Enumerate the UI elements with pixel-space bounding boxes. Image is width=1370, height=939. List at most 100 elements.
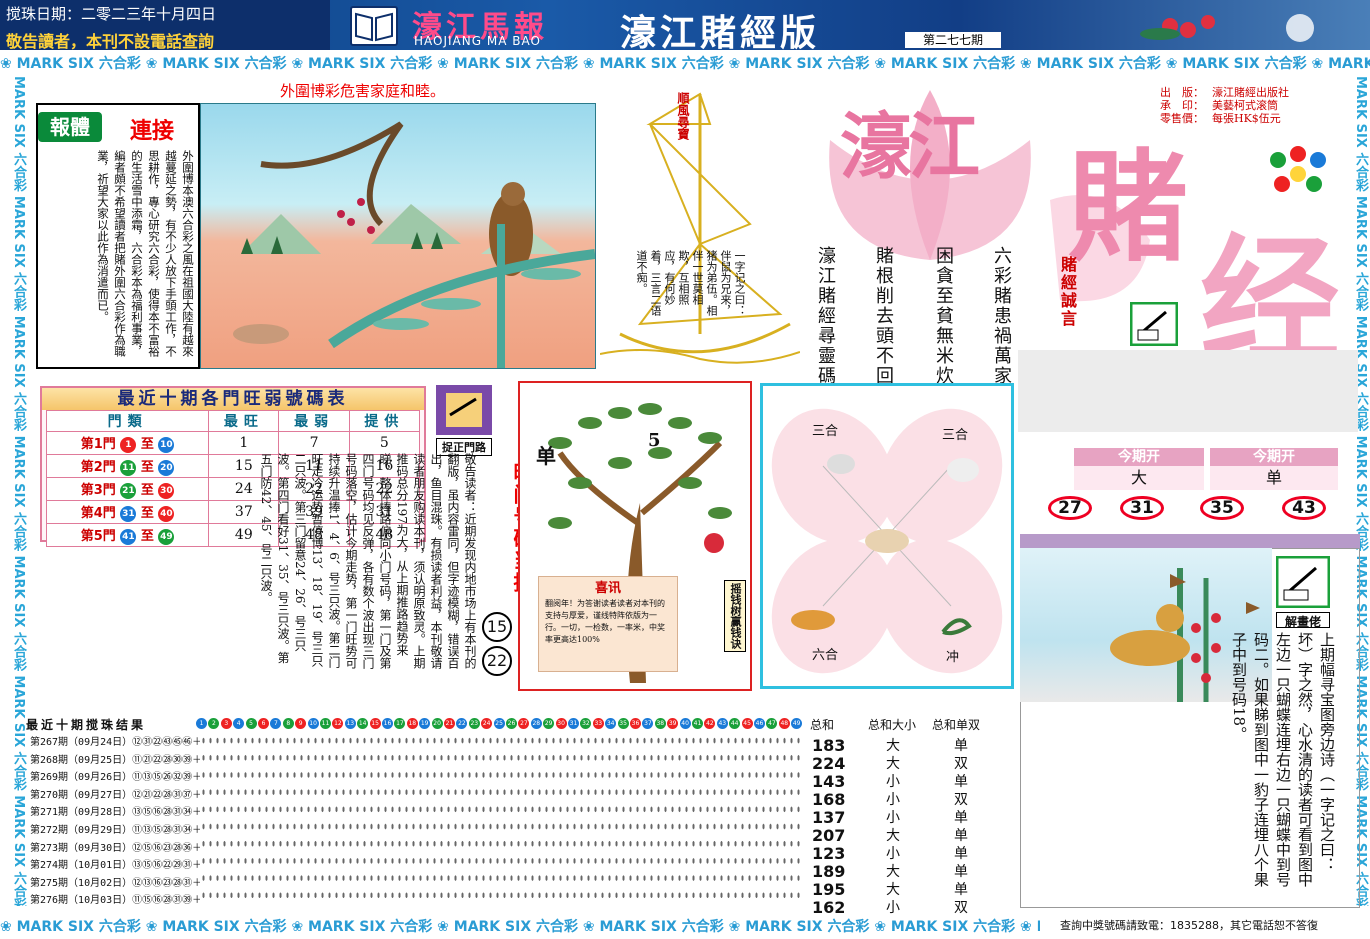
hot-number-2: 22 [482, 646, 512, 676]
result-row: 第269期（09月26日）⑪⑬⑮㉖㉜㊴＋⑬ [30, 772, 200, 784]
col-cold: 最弱 [278, 410, 350, 432]
eagle-bamboo-illustration [200, 103, 596, 369]
mark-six-strip-top: ❀ MARK SIX 六合彩 ❀ MARK SIX 六合彩 ❀ MARK SIX… [0, 52, 1370, 76]
publisher-label: 出 版： [1160, 86, 1204, 99]
number-ball: 5 [245, 718, 257, 729]
mark-six-en: ❀ MARK SIX [728, 56, 828, 72]
printer-label: 承 印： [1160, 99, 1204, 112]
mark-six-en: ❀ MARK SIX [437, 56, 536, 72]
bigsmall-cell: 小 [886, 792, 900, 808]
motto-label: 賭經誠言 [1058, 256, 1077, 328]
mark-six-en: ❀ MARK SIX [145, 56, 245, 72]
sail-caption: 順風尋寶 [676, 92, 690, 140]
bigsmall-cell: 小 [886, 774, 900, 790]
number-ball: 42 [704, 718, 716, 729]
bigsmall-cell: 大 [886, 756, 900, 772]
oddeven-cell: 双 [954, 756, 968, 772]
good-news-card: 喜讯 翻阅年！为答谢读者读者对本刊的支持与厚爱，谨线特阵依版为一行。一切，一检数… [538, 576, 678, 672]
number-ball: 38 [654, 718, 666, 729]
mark-six-cn: 六合彩 [973, 919, 1021, 935]
oddeven-cell: 单 [954, 882, 968, 898]
number-ball: 12 [332, 718, 344, 729]
mark-six-en: ❀ MARK SIX [582, 56, 682, 72]
sums-cell: 143 [812, 772, 846, 791]
puzzle-text: 上期幅寻宝图旁边诗（一字记之曰：坏）字之然，心水清的读者可看到图中左边一只蝴蝶连… [1230, 632, 1336, 887]
number-ball: 36 [630, 718, 641, 729]
verse-col-3: 賭根削去頭不回 [873, 246, 894, 386]
mark-six-en: ❀ MARK SIX [1165, 56, 1265, 72]
baoti-banner: 報體 [38, 112, 102, 142]
mark-six-cn: 六合彩 [98, 56, 146, 72]
mark-six-cn: 六合彩 [536, 56, 583, 72]
mark-six-cn: 六合彩 [390, 56, 438, 72]
bigsmall-cell: 大 [886, 738, 900, 754]
baoti-link-heading: 連接 [130, 118, 175, 144]
gate-cell: 第1門 1 至 10 [45, 431, 210, 455]
mark-six-cn: 六合彩 [390, 919, 438, 935]
boat-poem: 一字记之曰：伴鼠为兄来，猪为弟伍。相伴一世莫相欺，互相照应，有何妙着，三言二语道… [635, 250, 746, 316]
number-ball: 17 [394, 718, 406, 729]
result-row: 第267期（09月24日）⑫㉛㉒㊸㊺㊻＋⑮ [30, 737, 200, 748]
publisher-info: 出 版： 濠江賭經出版社 承 印： 美藝柯式滚筒 零售價： 每張HK$伍元 [1160, 86, 1289, 125]
issue-number: 第二七七期 [905, 32, 1001, 48]
oddeven-column: 单双单双单单单单单双 [946, 737, 976, 917]
number-ball: 6 [258, 718, 269, 729]
draw-date: 搅珠日期：二零二三年十月四日 [6, 5, 217, 23]
mark-six-cn: 六合彩 [827, 56, 875, 72]
no-phone-warning: 敬告讀者，本刊不設電話查詢 [6, 32, 215, 51]
issue-number-ball: 31 [1120, 496, 1164, 520]
zodiac-relations-panel [760, 383, 1014, 689]
printer-value: 美藝柯式滚筒 [1212, 99, 1278, 112]
number-ball: 19 [419, 718, 431, 729]
hot-cold-title: 最近十期各門旺弱號碼表 [42, 388, 424, 410]
sum-header: 总和 [810, 718, 835, 732]
verse-col-4: 濠江賭經尋靈碼 [815, 246, 836, 386]
this-issue-box-1: 今期开 大 [1074, 448, 1204, 490]
hot-cell: 1 [208, 431, 280, 455]
number-ball: 43 [716, 718, 728, 729]
number-ball: 21 [444, 718, 455, 729]
number-ball: 20 [431, 718, 443, 729]
money-tree-label: 摇钱树赢钱诀 [724, 580, 746, 652]
this-issue-box-2: 今期开 单 [1210, 448, 1338, 490]
oddeven-cell: 单 [954, 774, 968, 790]
mark-six-en: ❀ MARK SIX [145, 919, 245, 935]
this-issue-head-2: 今期开 [1210, 448, 1338, 466]
mark-six-cn: 六合彩 [681, 919, 729, 935]
price-value: 每張HK$伍元 [1212, 112, 1281, 125]
mark-six-en: ❀ MARK SIX [582, 919, 682, 935]
sum-column: 183 224 143 168 137 207 123 189 195 162 [812, 737, 845, 917]
oddeven-header: 总和单双 [932, 718, 981, 732]
number-ball: 41 [692, 718, 703, 729]
mark-six-cn: 六合彩 [536, 919, 583, 935]
mark-six-cn: 六合彩 [244, 56, 292, 72]
number-ball: 45 [741, 718, 753, 729]
number-ball: 8 [282, 718, 294, 729]
mark-six-en: ❀ MARK SIX [728, 919, 828, 935]
result-row: 第276期（10月03日）⑪⑮⑯㉘㉛㊴＋⑱ [30, 895, 200, 907]
zodiac-bottom-right-label: 冲 [946, 650, 960, 665]
puzzle-label: 解畫佬 [1276, 612, 1330, 629]
blank-panel [1018, 350, 1358, 432]
give-cell: 5 [348, 431, 421, 455]
purple-divider [1020, 534, 1360, 548]
gate-name: 第1門 [80, 437, 116, 453]
bigsmall-cell: 大 [886, 828, 900, 844]
bigsmall-cell: 小 [886, 810, 900, 826]
sums-cell: 195 [812, 880, 846, 899]
sums-cell: 123 [812, 844, 846, 863]
verse-col-1: 六彩賭患禍萬家 [991, 246, 1012, 386]
zodiac-bottom-left-label: 六合 [812, 648, 839, 663]
oddeven-cell: 双 [954, 900, 968, 916]
number-ball: 29 [543, 718, 555, 729]
number-ball: 44 [729, 718, 741, 729]
mark-six-strip-bottom: ❀ MARK SIX 六合彩 ❀ MARK SIX 六合彩 ❀ MARK SIX… [0, 915, 1040, 939]
oddeven-cell: 单 [954, 810, 968, 826]
result-row: 第275期（10月02日）⑫⑬⑯㉓㉘㉛＋⑪ [30, 877, 200, 889]
ball-from: 1 [120, 436, 137, 453]
mark-six-cn: 六合彩 [681, 56, 729, 72]
number-ball: 28 [530, 718, 542, 729]
price-label: 零售價： [1160, 112, 1204, 125]
mark-six-en: ❀ MARK SIX [291, 56, 391, 72]
tree-number: 5 [648, 430, 661, 451]
